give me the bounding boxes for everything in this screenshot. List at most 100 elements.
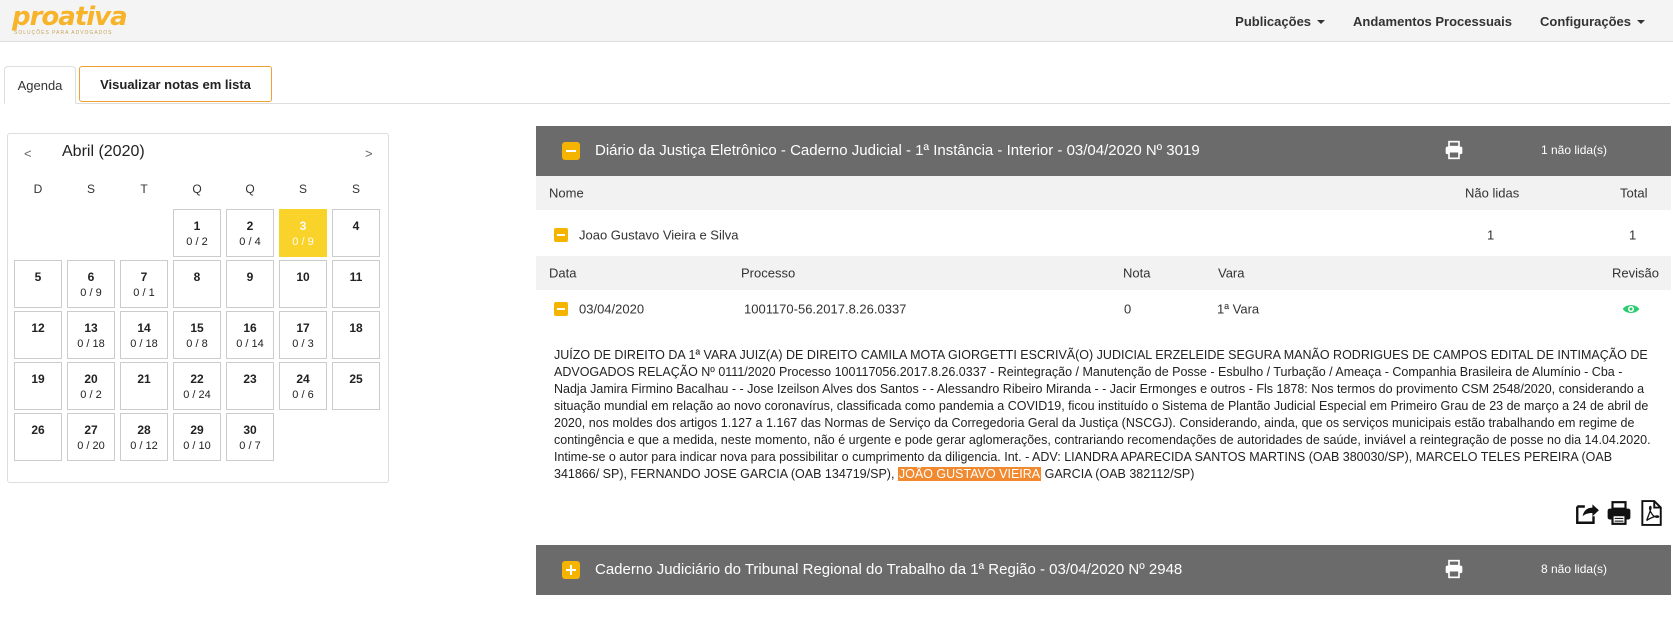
entry-data: 03/04/2020 bbox=[579, 301, 645, 317]
nav-publicacoes[interactable]: Publicações bbox=[1221, 14, 1339, 29]
nav-configuracoes[interactable]: Configurações bbox=[1526, 14, 1673, 29]
publication-actions bbox=[1574, 500, 1664, 526]
day-number: 11 bbox=[349, 270, 363, 284]
print-icon[interactable] bbox=[1444, 559, 1464, 579]
weekday-label: D bbox=[33, 182, 43, 196]
share-icon[interactable] bbox=[1574, 500, 1600, 526]
day-number: 13 bbox=[84, 321, 98, 335]
calendar-day-15[interactable]: 15 0 / 8 bbox=[173, 311, 221, 359]
calendar-day-30[interactable]: 30 0 / 7 bbox=[226, 413, 274, 461]
calendar-day-2[interactable]: 2 0 / 4 bbox=[226, 209, 274, 257]
calendar-day-12[interactable]: 12 bbox=[14, 311, 62, 359]
day-count: 0 / 1 bbox=[133, 287, 155, 299]
col-data: Data bbox=[549, 265, 577, 281]
print-icon[interactable] bbox=[1606, 500, 1632, 526]
day-count: 0 / 7 bbox=[239, 440, 261, 452]
day-number: 30 bbox=[243, 423, 257, 437]
weekday-label: Q bbox=[192, 182, 202, 196]
day-number: 3 bbox=[299, 219, 307, 233]
tab-agenda[interactable]: Agenda bbox=[4, 66, 76, 104]
entry-table-header: Data Processo Nota Vara Revisão bbox=[536, 256, 1671, 290]
day-count: 0 / 14 bbox=[236, 338, 264, 350]
tab-visualizar-lista[interactable]: Visualizar notas em lista bbox=[79, 66, 272, 102]
day-count: 0 / 2 bbox=[186, 236, 208, 248]
calendar-day-18[interactable]: 18 bbox=[332, 311, 380, 359]
day-count: 0 / 4 bbox=[239, 236, 261, 248]
calendar-day-16[interactable]: 16 0 / 14 bbox=[226, 311, 274, 359]
unread-count: 8 não lida(s) bbox=[1541, 562, 1608, 576]
publication-text-after: GARCIA (OAB 382112/SP) bbox=[1041, 467, 1195, 481]
calendar-day-10[interactable]: 10 bbox=[279, 260, 327, 308]
nav-publicacoes-label: Publicações bbox=[1235, 13, 1312, 29]
day-number: 23 bbox=[243, 372, 257, 386]
calendar-day-7[interactable]: 7 0 / 1 bbox=[120, 260, 168, 308]
day-number: 17 bbox=[296, 321, 310, 335]
person-row[interactable]: Joao Gustavo Vieira e Silva 1 1 bbox=[536, 216, 1671, 254]
pdf-icon[interactable] bbox=[1638, 500, 1664, 526]
calendar-day-11[interactable]: 11 bbox=[332, 260, 380, 308]
logo-tagline: SOLUÇÕES PARA ADVOGADOS bbox=[14, 30, 113, 36]
collapse-icon[interactable] bbox=[554, 228, 568, 242]
publication-header[interactable]: Diário da Justiça Eletrônico - Caderno J… bbox=[536, 126, 1671, 176]
calendar-day-22[interactable]: 22 0 / 24 bbox=[173, 362, 221, 410]
calendar-day-26[interactable]: 26 bbox=[14, 413, 62, 461]
day-number: 15 bbox=[190, 321, 204, 335]
calendar-day-19[interactable]: 19 bbox=[14, 362, 62, 410]
collapse-icon[interactable] bbox=[554, 302, 568, 316]
day-number: 8 bbox=[193, 270, 201, 284]
day-number: 24 bbox=[296, 372, 310, 386]
calendar-prev-button[interactable]: < bbox=[24, 146, 32, 161]
calendar-day-14[interactable]: 14 0 / 18 bbox=[120, 311, 168, 359]
nav-andamentos-label: Andamentos Processuais bbox=[1353, 13, 1512, 29]
day-count: 0 / 9 bbox=[292, 236, 314, 248]
logo-text: proativa bbox=[12, 2, 128, 32]
highlighted-name: JOÃO GUSTAVO VIEIRA bbox=[897, 467, 1042, 481]
person-name: Joao Gustavo Vieira e Silva bbox=[579, 227, 739, 243]
day-number: 16 bbox=[243, 321, 257, 335]
calendar-day-24[interactable]: 24 0 / 6 bbox=[279, 362, 327, 410]
calendar-month-title: Abril (2020) bbox=[62, 143, 145, 160]
calendar-day-3[interactable]: 3 0 / 9 bbox=[279, 209, 327, 257]
expand-icon[interactable] bbox=[562, 561, 580, 579]
day-number: 19 bbox=[31, 372, 45, 386]
eye-icon[interactable] bbox=[1622, 300, 1640, 318]
day-number: 2 bbox=[246, 219, 254, 233]
col-revisao: Revisão bbox=[1612, 265, 1659, 281]
calendar-day-4[interactable]: 4 bbox=[332, 209, 380, 257]
calendar-day-17[interactable]: 17 0 / 3 bbox=[279, 311, 327, 359]
day-count: 0 / 3 bbox=[292, 338, 314, 350]
publication-header[interactable]: Caderno Judiciário do Tribunal Regional … bbox=[536, 545, 1671, 595]
calendar-day-5[interactable]: 5 bbox=[14, 260, 62, 308]
calendar-day-6[interactable]: 6 0 / 9 bbox=[67, 260, 115, 308]
proativa-logo[interactable]: proativa SOLUÇÕES PARA ADVOGADOS bbox=[12, 2, 128, 36]
calendar-day-25[interactable]: 25 bbox=[332, 362, 380, 410]
calendar-day-28[interactable]: 28 0 / 12 bbox=[120, 413, 168, 461]
day-count: 0 / 6 bbox=[292, 389, 314, 401]
col-nao-lidas: Não lidas bbox=[1465, 185, 1520, 201]
weekday-label: S bbox=[298, 182, 307, 196]
calendar-day-13[interactable]: 13 0 / 18 bbox=[67, 311, 115, 359]
entry-row[interactable]: 03/04/2020 1001170-56.2017.8.26.0337 0 1… bbox=[536, 290, 1671, 328]
nav-andamentos[interactable]: Andamentos Processuais bbox=[1339, 14, 1526, 29]
col-nome: Nome bbox=[549, 185, 584, 201]
calendar-day-27[interactable]: 27 0 / 20 bbox=[67, 413, 115, 461]
calendar-day-23[interactable]: 23 bbox=[226, 362, 274, 410]
print-icon[interactable] bbox=[1444, 140, 1464, 160]
day-number: 6 bbox=[87, 270, 95, 284]
day-count: 0 / 12 bbox=[130, 440, 158, 452]
calendar-next-button[interactable]: > bbox=[365, 146, 373, 161]
calendar-day-20[interactable]: 20 0 / 2 bbox=[67, 362, 115, 410]
calendar-day-9[interactable]: 9 bbox=[226, 260, 274, 308]
calendar-day-29[interactable]: 29 0 / 10 bbox=[173, 413, 221, 461]
person-total: 1 bbox=[1629, 227, 1637, 243]
person-table-header: Nome Não lidas Total bbox=[536, 176, 1671, 210]
collapse-icon[interactable] bbox=[562, 142, 580, 160]
calendar-day-1[interactable]: 1 0 / 2 bbox=[173, 209, 221, 257]
nav-configuracoes-label: Configurações bbox=[1539, 13, 1631, 29]
day-count: 0 / 20 bbox=[77, 440, 105, 452]
day-count: 0 / 24 bbox=[183, 389, 211, 401]
calendar-day-21[interactable]: 21 bbox=[120, 362, 168, 410]
weekday-label: Q bbox=[245, 182, 255, 196]
calendar-day-8[interactable]: 8 bbox=[173, 260, 221, 308]
weekday-label: S bbox=[86, 182, 95, 196]
